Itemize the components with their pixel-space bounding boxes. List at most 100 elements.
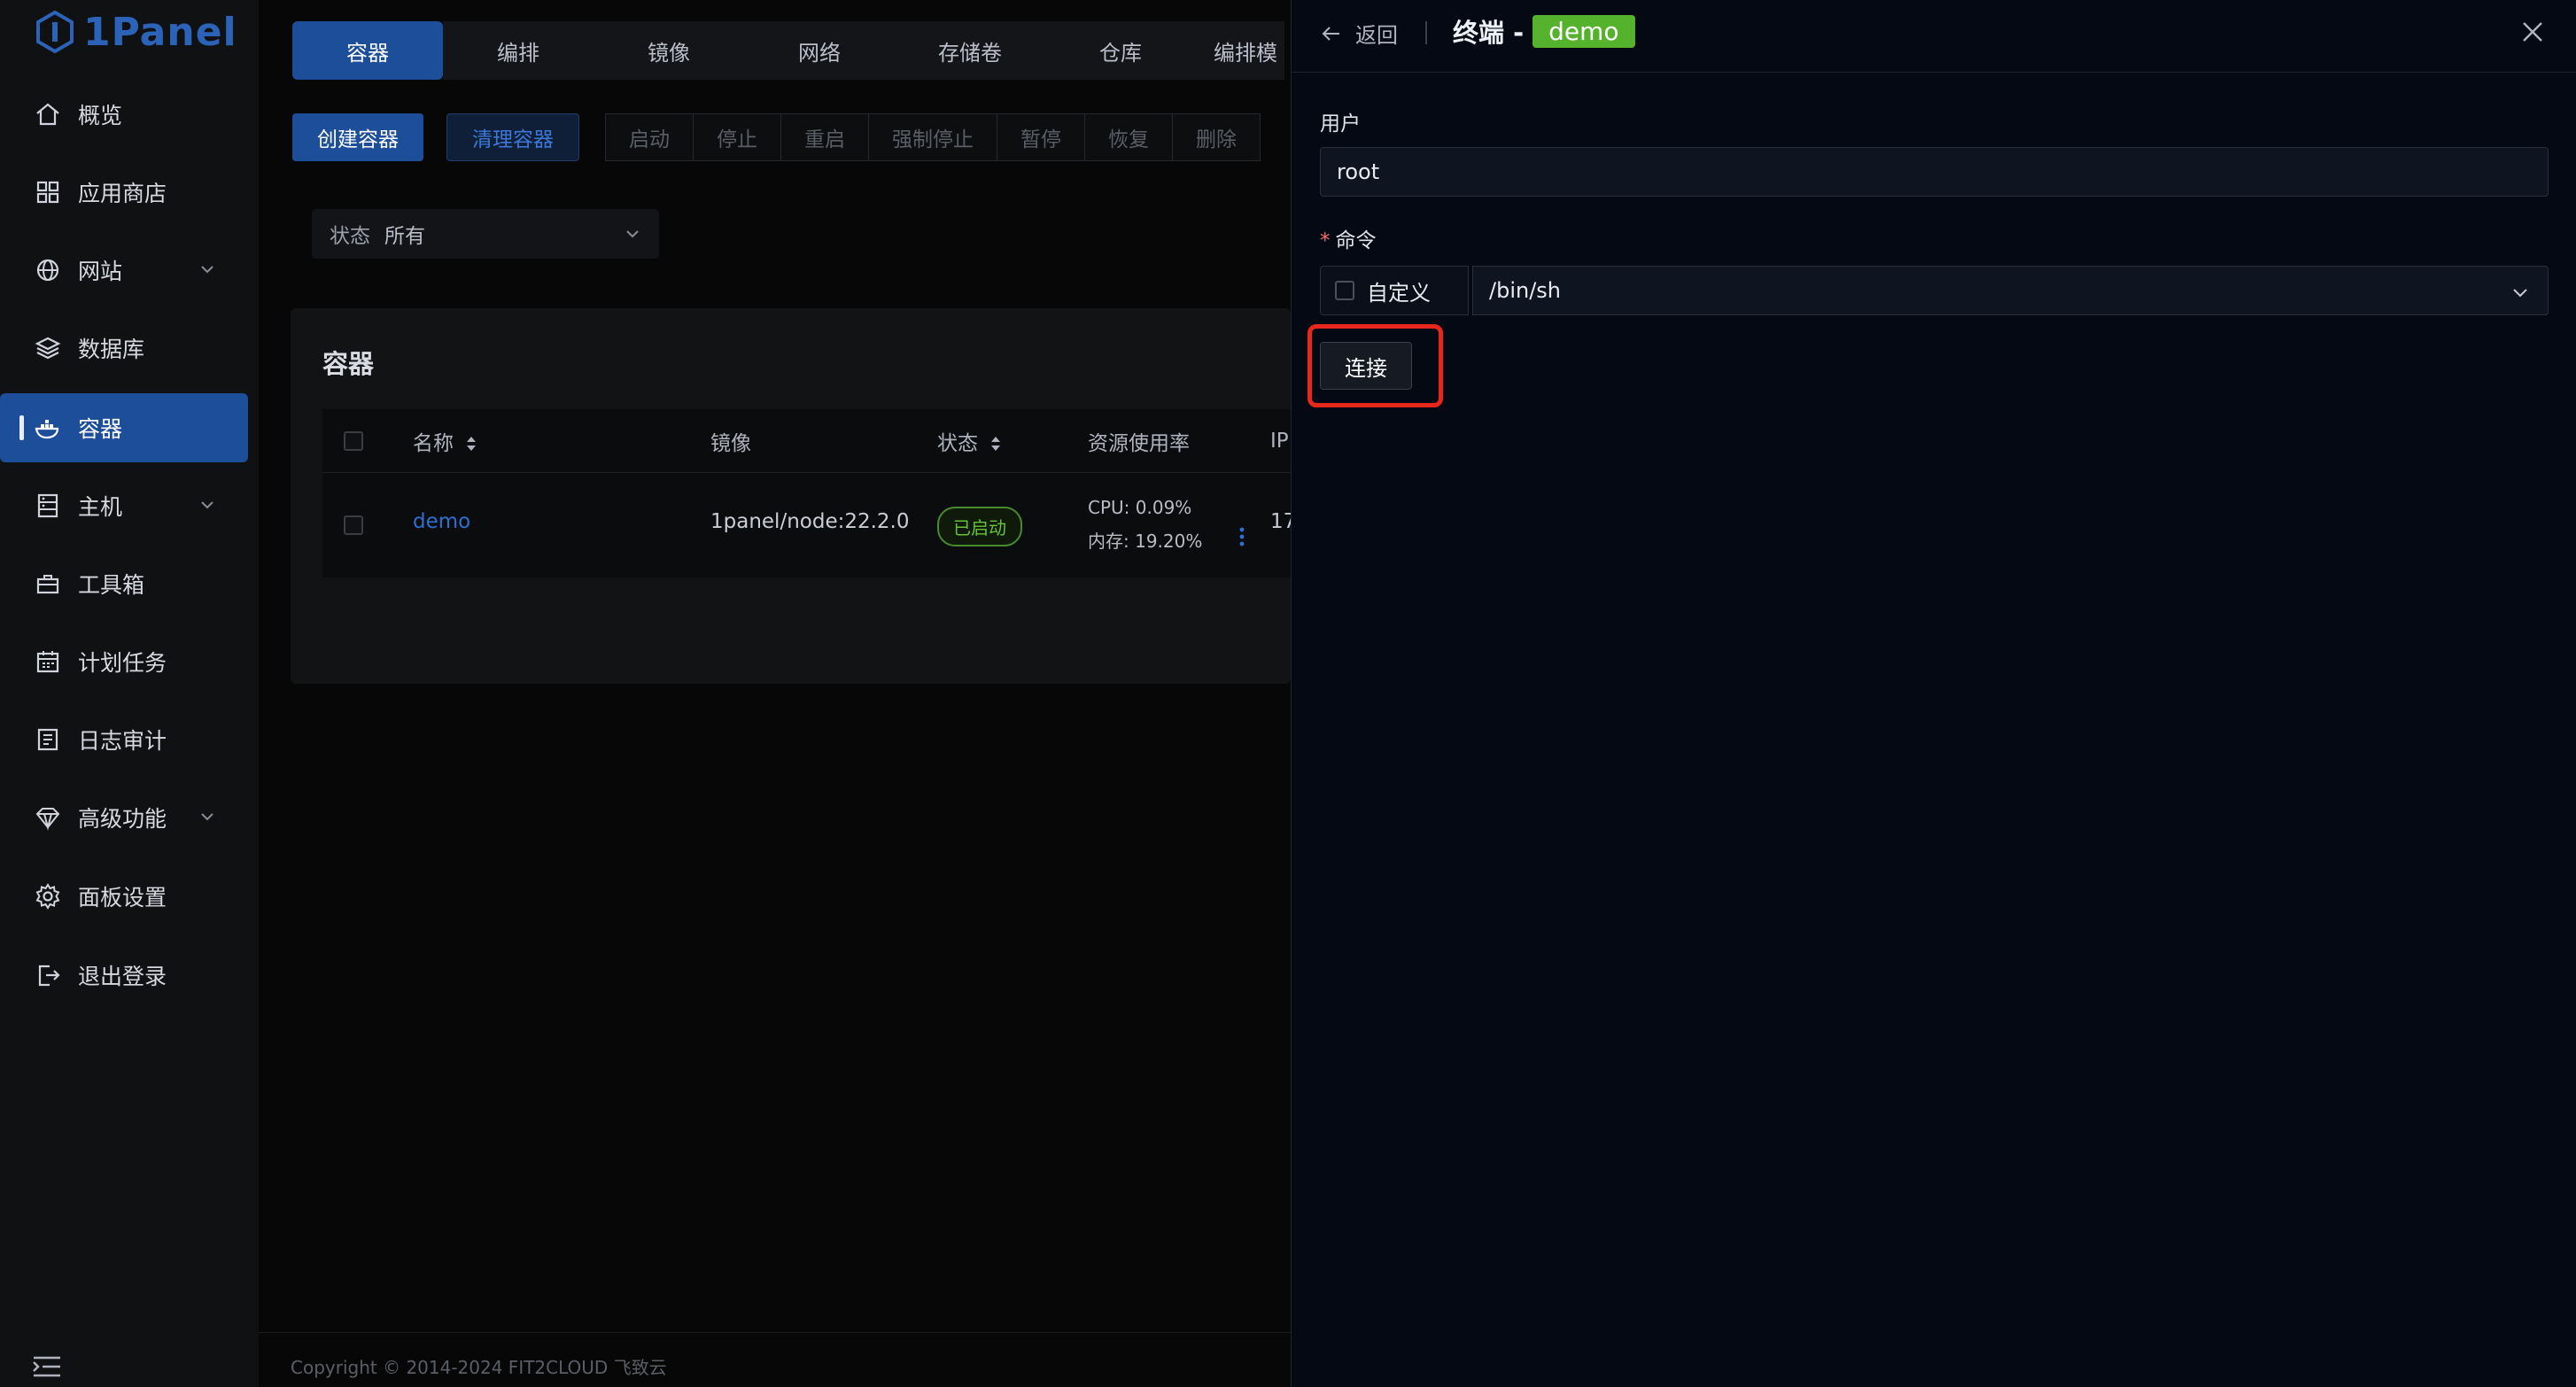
sidebar-item-log-audit[interactable]: 日志审计	[0, 705, 248, 774]
memory-usage: 内存: 19.20%	[1088, 531, 1203, 552]
logout-icon	[38, 965, 60, 987]
resume-button[interactable]: 恢复	[1084, 113, 1173, 161]
container-tag: demo	[1532, 14, 1635, 48]
footer-divider	[259, 1332, 1291, 1333]
sidebar-item-advanced[interactable]: 高级功能	[0, 783, 248, 852]
server-icon	[37, 493, 58, 518]
header-ip: IP	[1270, 429, 1289, 453]
required-asterisk: *	[1320, 229, 1331, 252]
header-state[interactable]: 状态	[937, 426, 1002, 456]
arrow-left-icon	[1322, 26, 1339, 41]
user-input[interactable]: root	[1320, 147, 2549, 197]
toolbox-icon	[36, 575, 59, 594]
logo-text: 1Panel	[83, 9, 237, 55]
container-name-link[interactable]: demo	[413, 510, 470, 533]
status-filter-select[interactable]: 状态 所有	[312, 209, 659, 259]
pause-button[interactable]: 暂停	[997, 113, 1085, 161]
sidebar-item-settings[interactable]: 面板设置	[0, 862, 248, 931]
sidebar-item-label: 数据库	[78, 337, 145, 362]
drawer-header: 返回 终端 - demo	[1292, 0, 2576, 73]
row-checkbox[interactable]	[344, 515, 363, 535]
create-container-button[interactable]: 创建容器	[292, 113, 423, 161]
sidebar-item-host[interactable]: 主机	[0, 471, 248, 540]
log-icon	[37, 728, 58, 751]
back-label: 返回	[1355, 23, 1398, 48]
chevron-down-icon	[2513, 289, 2527, 298]
command-value: /bin/sh	[1489, 278, 1561, 303]
terminal-drawer: 返回 终端 - demo 用户 root * 命令 自定义 /bin/sh 连接	[1291, 0, 2576, 1387]
card-title: 容器	[322, 349, 375, 379]
sidebar-item-database[interactable]: 数据库	[0, 314, 248, 383]
start-button[interactable]: 启动	[605, 113, 694, 161]
calendar-icon	[36, 651, 59, 673]
table-row: demo 1panel/node:22.2.0 已启动 CPU: 0.09% 内…	[322, 473, 1296, 577]
home-icon	[36, 103, 59, 126]
user-label: 用户	[1320, 112, 1361, 136]
close-icon[interactable]	[2520, 19, 2545, 44]
sidebar-item-label: 面板设置	[78, 885, 167, 910]
tab-network[interactable]: 网络	[744, 21, 895, 80]
tab-container[interactable]: 容器	[292, 21, 443, 80]
main-content: 容器 编排 镜像 网络 存储卷 仓库 编排模 创建容器 清理容器 启动 停止 重…	[259, 0, 1296, 1387]
connect-button[interactable]: 连接	[1320, 342, 1412, 390]
sidebar-item-label: 退出登录	[78, 964, 167, 989]
toolbar: 创建容器 清理容器 启动 停止 重启 强制停止 暂停 恢复 删除	[292, 113, 1261, 161]
delete-button[interactable]: 删除	[1172, 113, 1261, 161]
sidebar-item-label: 主机	[78, 494, 123, 520]
apps-grid-icon	[36, 181, 59, 204]
checkbox-square	[1335, 281, 1354, 300]
sidebar-item-app-store[interactable]: 应用商店	[0, 158, 248, 227]
tab-image[interactable]: 镜像	[594, 21, 744, 80]
container-table: 名称 镜像 状态 资源使用率 IP demo 1panel/node:22.2.…	[322, 409, 1296, 577]
menu-collapse-icon[interactable]	[32, 1355, 62, 1378]
restart-button[interactable]: 重启	[780, 113, 869, 161]
tab-bar: 容器 编排 镜像 网络 存储卷 仓库 编排模	[292, 21, 1284, 80]
logo-hexagon-icon	[36, 11, 74, 53]
footer-copyright: Copyright © 2014-2024 FIT2CLOUD 飞致云	[291, 1357, 667, 1378]
sidebar-item-label: 容器	[78, 416, 123, 442]
sidebar-item-label: 计划任务	[78, 650, 167, 676]
sidebar: 1Panel 概览 应用商店 网站 数据库 容器 主机 工具箱 计划任务 日志审…	[0, 0, 259, 1387]
sidebar-item-label: 日志审计	[78, 728, 167, 754]
custom-label: 自定义	[1367, 280, 1431, 306]
force-stop-button[interactable]: 强制停止	[868, 113, 997, 161]
filter-value: 所有	[384, 225, 425, 248]
filter-label: 状态	[330, 225, 370, 248]
sidebar-item-container[interactable]: 容器	[0, 393, 248, 462]
sidebar-item-label: 网站	[78, 259, 123, 284]
tab-volume[interactable]: 存储卷	[895, 21, 1045, 80]
chevron-down-icon	[626, 230, 639, 238]
docker-icon	[35, 420, 59, 439]
database-layers-icon	[35, 337, 61, 360]
sidebar-item-overview[interactable]: 概览	[0, 80, 248, 149]
sidebar-item-label: 高级功能	[78, 806, 167, 832]
chevron-down-icon	[201, 501, 213, 509]
sidebar-item-logout[interactable]: 退出登录	[0, 941, 248, 1010]
drawer-title-text: 终端 -	[1453, 18, 1525, 48]
command-select[interactable]: /bin/sh	[1472, 266, 2549, 315]
stop-button[interactable]: 停止	[693, 113, 781, 161]
sidebar-item-website[interactable]: 网站	[0, 236, 248, 305]
active-indicator	[19, 415, 24, 440]
custom-command-checkbox[interactable]: 自定义	[1320, 266, 1469, 315]
sidebar-item-toolbox[interactable]: 工具箱	[0, 549, 248, 618]
select-all-checkbox[interactable]	[344, 431, 363, 451]
tab-compose-template[interactable]: 编排模	[1196, 21, 1284, 80]
container-list-card: 容器 名称 镜像 状态 资源使用率 IP demo 1panel/node:22…	[291, 308, 1296, 684]
clean-container-button[interactable]: 清理容器	[446, 113, 579, 161]
chevron-down-icon	[201, 813, 213, 821]
sidebar-item-cron[interactable]: 计划任务	[0, 627, 248, 696]
tab-compose[interactable]: 编排	[443, 21, 594, 80]
sort-icon	[467, 437, 477, 451]
logo[interactable]: 1Panel	[35, 7, 237, 57]
tab-repo[interactable]: 仓库	[1045, 21, 1196, 80]
diamond-icon	[35, 808, 60, 831]
status-badge: 已启动	[937, 507, 1022, 546]
sidebar-item-label: 应用商店	[78, 181, 167, 206]
header-name[interactable]: 名称	[413, 426, 477, 456]
sidebar-item-label: 概览	[78, 103, 123, 128]
more-vertical-icon[interactable]	[1238, 526, 1245, 547]
back-button[interactable]: 返回	[1320, 18, 1398, 49]
table-header: 名称 镜像 状态 资源使用率 IP	[322, 409, 1291, 473]
command-label-row: * 命令	[1320, 223, 1377, 253]
